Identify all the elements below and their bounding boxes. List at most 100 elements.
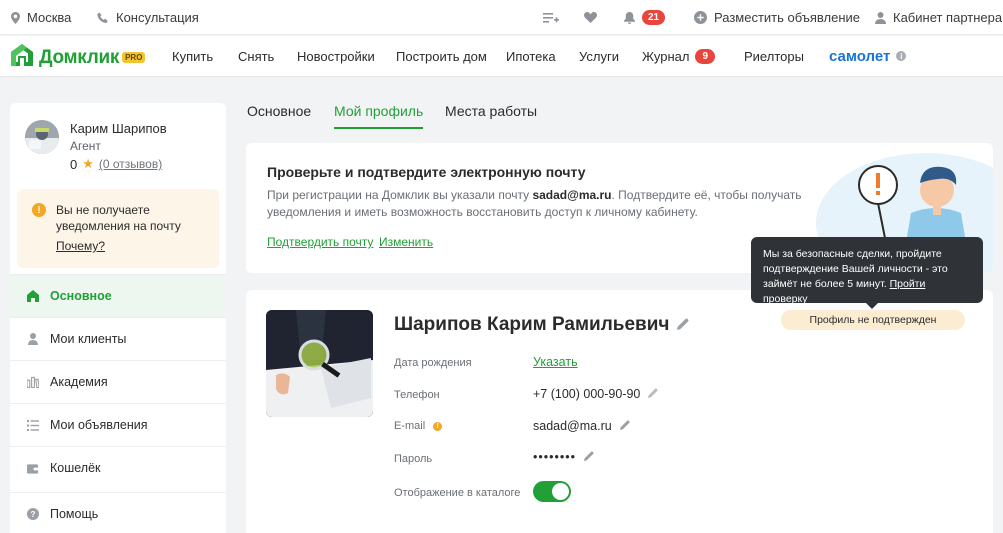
password-field: •••••••• [533,450,594,464]
email-warning-box: ! Вы не получаете уведомления на почту П… [17,189,219,268]
phone-icon [97,12,109,24]
city-selector[interactable]: Москва [11,0,71,35]
partner-cabinet-label: Кабинет партнера [893,10,1003,25]
confirm-email-link[interactable]: Подтвердить почту [267,235,373,249]
warning-icon: ! [32,203,46,217]
email-card-description: При регистрации на Домклик вы указали по… [267,187,807,221]
profile-photo[interactable] [266,310,373,417]
email-field: sadad@ma.ru [533,419,630,433]
favorites-button[interactable] [584,0,597,35]
password-value: •••••••• [533,450,577,464]
nav-journal[interactable]: Журнал 9 [642,36,715,76]
logo-wordmark: Домклик [39,46,120,68]
edit-password-pencil-icon[interactable] [584,450,594,464]
tab-workplaces[interactable]: Места работы [445,103,537,129]
toggle-knob [552,483,569,500]
notifications-badge: 21 [642,10,666,25]
rating-value: 0 [70,156,78,172]
post-ad-label: Разместить объявление [714,10,861,25]
notifications-button[interactable]: 21 [624,0,666,35]
warning-text: Вы не получаете уведомления на почту [56,203,181,233]
sidebar-item-help[interactable]: ? Помощь [10,492,226,533]
reviews-link[interactable]: (0 отзывов) [99,157,162,171]
sidebar-item-clients[interactable]: Мои клиенты [10,317,226,360]
nav-mortgage[interactable]: Ипотека [506,36,556,76]
compare-button[interactable] [543,0,559,35]
bell-icon [624,11,635,24]
profile-full-name: Шарипов Карим Рамильевич [394,314,689,336]
city-label: Москва [27,10,72,25]
list-icon [27,419,39,431]
warning-why-link[interactable]: Почему? [56,239,105,253]
email-label-row: E-mail ! [394,420,443,432]
partner-cabinet-link[interactable]: Кабинет партнера [875,0,1002,35]
user-name: Карим Шарипов [70,121,167,136]
email-value: sadad@ma.ru [533,419,612,433]
location-pin-icon [11,11,20,24]
person-icon [27,333,39,345]
sidebar-item-label: Основное [50,289,112,303]
full-name-text: Шарипов Карим Рамильевич [394,314,670,335]
top-utility-bar: Москва Консультация 21 Разместить объявл… [0,0,1003,35]
plus-circle-icon [694,11,707,24]
sidebar-item-label: Мои клиенты [50,332,127,346]
edit-name-pencil-icon[interactable] [677,318,689,333]
profile-card: Шарипов Карим Рамильевич Профиль не подт… [246,290,993,533]
star-icon: ★ [82,156,94,171]
heart-icon [584,12,597,23]
nav-rent[interactable]: Снять [238,36,274,76]
academy-icon [27,376,39,388]
sidebar-item-main[interactable]: Основное [10,274,226,317]
birth-date-specify-link[interactable]: Указать [533,355,578,369]
nav-journal-label: Журнал [642,48,690,64]
email-desc-address: sadad@ma.ru [532,188,612,202]
nav-new-buildings[interactable]: Новостройки [297,36,375,76]
profile-sidebar: Карим Шарипов Агент 0 ★ (0 отзывов) ! Вы… [10,103,226,533]
sidebar-item-academy[interactable]: Академия [10,360,226,403]
user-role: Агент [70,139,101,153]
svg-text:?: ? [31,510,36,519]
nav-realtors[interactable]: Риелторы [744,36,804,76]
post-ad-button[interactable]: Разместить объявление [694,0,860,35]
nav-samolet[interactable]: самолет i [829,36,907,76]
sidebar-item-label: Помощь [50,507,99,521]
main-nav: Домклик PRO Купить Снять Новостройки Пос… [0,36,1003,77]
change-email-link[interactable]: Изменить [379,235,433,249]
sidebar-item-wallet[interactable]: Кошелёк [10,446,226,489]
tab-my-profile[interactable]: Мой профиль [334,103,424,129]
phone-value: +7 (100) 000-90-90 [533,387,641,401]
tooltip-arrow [865,302,879,309]
verification-tooltip: Мы за безопасные сделки, пройдите подтве… [751,237,983,305]
nav-services[interactable]: Услуги [579,36,619,76]
info-icon[interactable]: i [896,51,907,61]
compare-list-icon [543,12,559,24]
nav-build-house[interactable]: Построить дом [396,36,487,76]
email-warning-icon[interactable]: ! [433,421,443,431]
profile-status-badge: Профиль не подтвержден [781,310,965,330]
wallet-icon [27,462,39,474]
consultation-label: Консультация [116,10,199,25]
user-rating: 0 ★ (0 отзывов) [70,156,162,172]
avatar[interactable] [25,120,59,154]
domclick-logo[interactable]: Домклик PRO [10,43,146,72]
password-label: Пароль [394,453,433,465]
email-card-title: Проверьте и подтвердите электронную почт… [267,164,586,180]
nav-buy[interactable]: Купить [172,36,213,76]
catalog-display-toggle[interactable] [533,481,571,502]
email-label: E-mail [394,420,426,432]
home-icon [27,290,39,302]
sidebar-item-label: Мои объявления [50,418,148,432]
logo-pro-badge: PRO [122,52,146,63]
edit-email-pencil-icon[interactable] [619,419,630,433]
user-icon [875,11,886,24]
journal-badge: 9 [695,48,715,64]
sidebar-item-listings[interactable]: Мои объявления [10,403,226,446]
consultation-link[interactable]: Консультация [97,0,199,35]
birth-date-label: Дата рождения [394,357,472,369]
help-icon: ? [27,508,39,520]
sidebar-item-label: Кошелёк [50,461,101,475]
tab-main[interactable]: Основное [247,103,311,129]
edit-phone-pencil-icon[interactable] [648,387,658,401]
logo-house-icon [10,43,34,72]
sidebar-item-label: Академия [50,375,108,389]
